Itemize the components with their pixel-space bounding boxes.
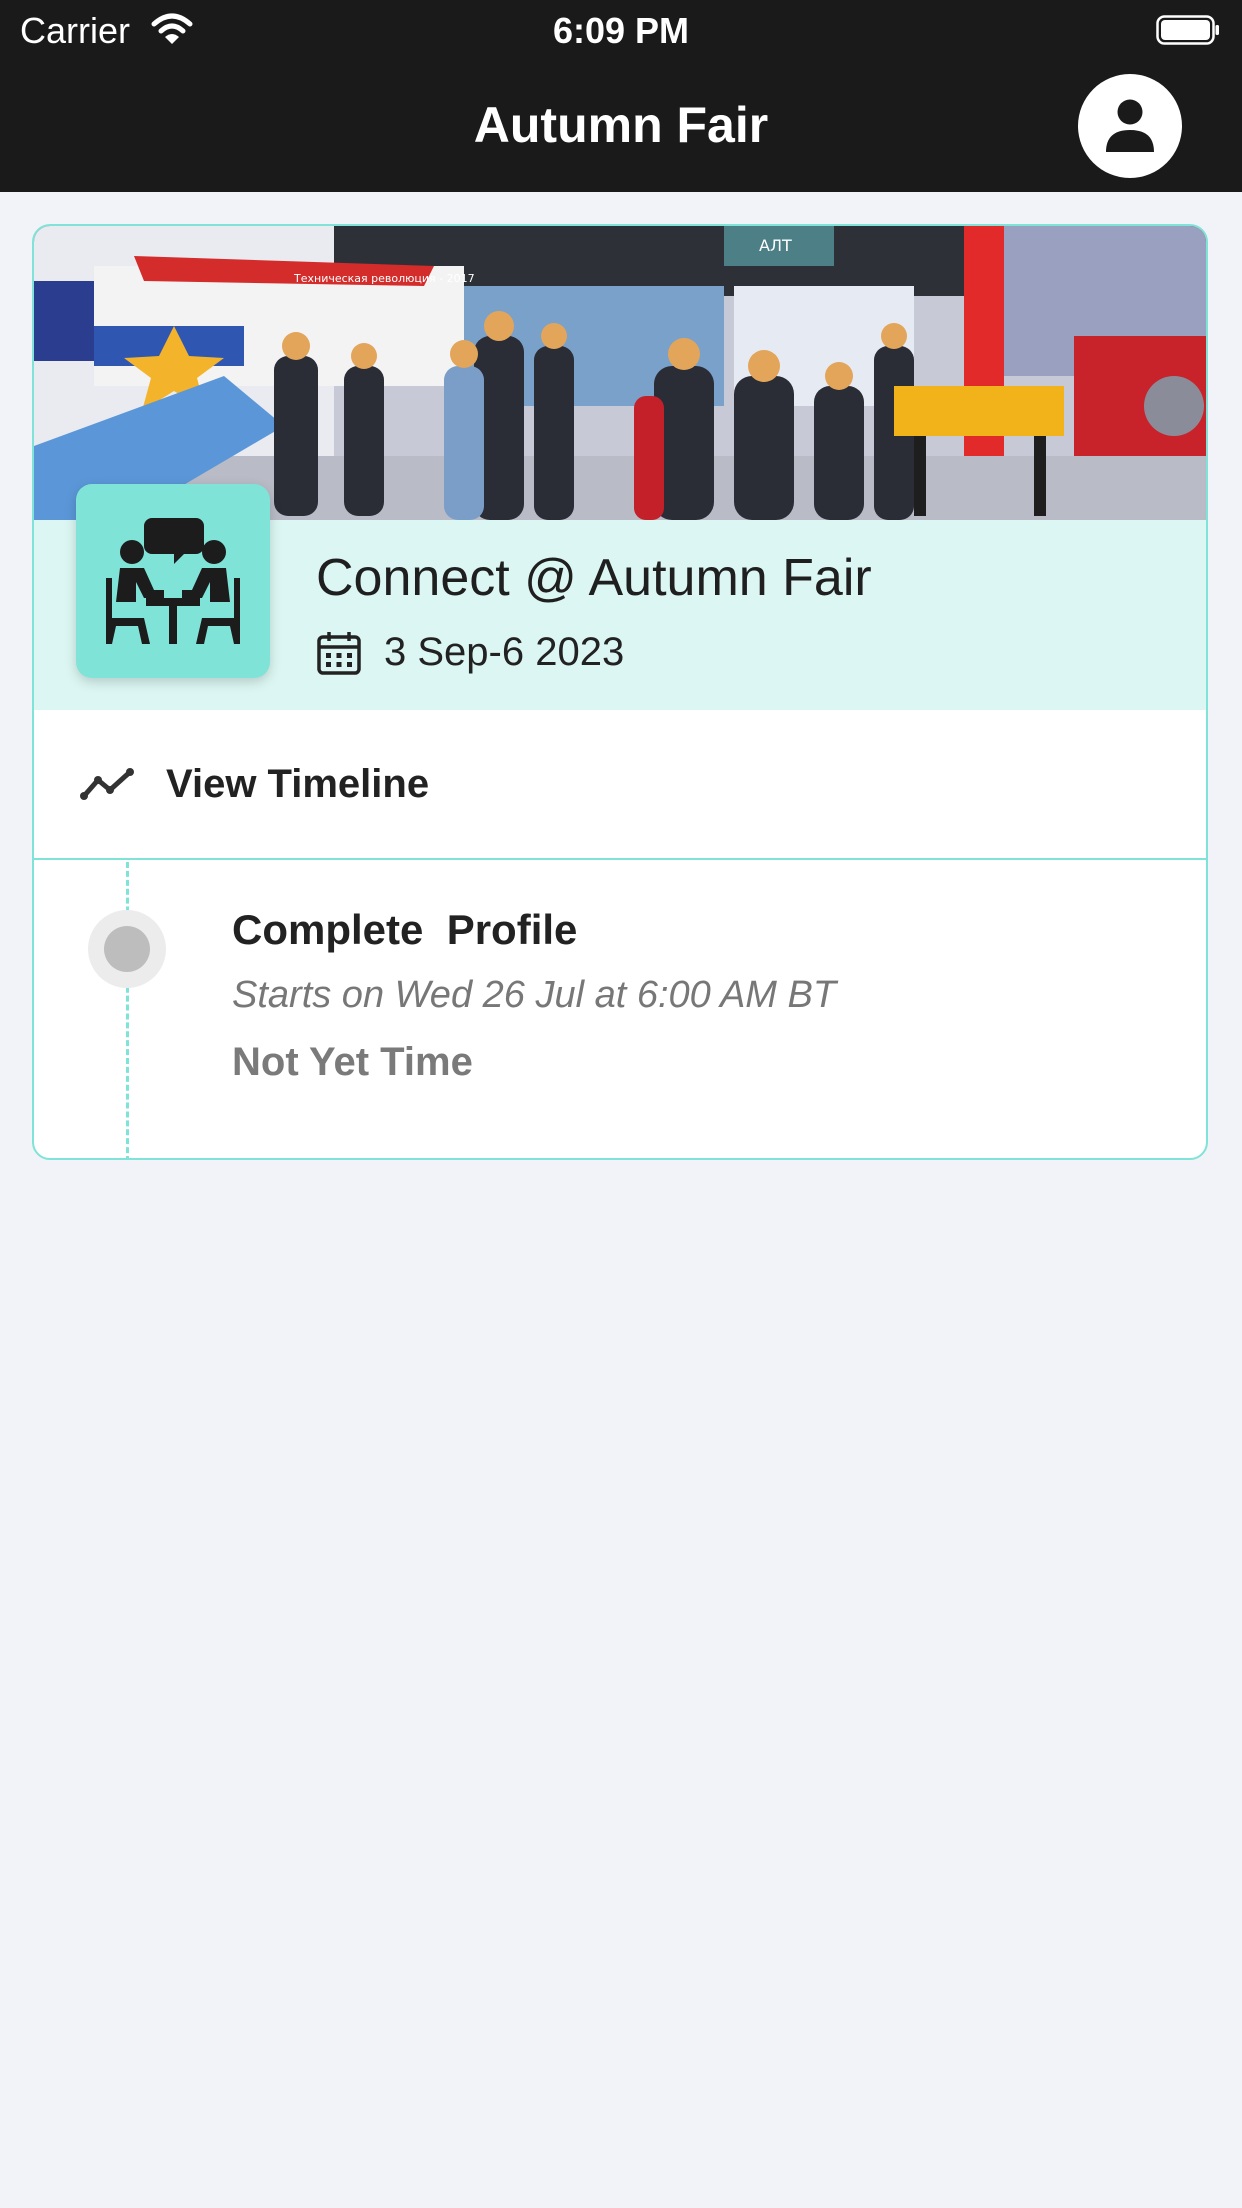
person-icon [1106, 99, 1154, 152]
clock: 6:09 PM [552, 10, 690, 51]
timeline-status-dot-inner [104, 926, 150, 972]
profile-button[interactable] [1078, 74, 1182, 178]
banner-stand-text: АЛТ [759, 236, 792, 255]
event-banner-image: Техническая революция - 2017 АЛТ [34, 226, 1206, 520]
timeline-status-dot [88, 910, 166, 988]
event-date: 3 Sep-6 2023 [384, 630, 625, 674]
event-icon-tile [76, 484, 270, 678]
timeline-step-title[interactable]: Complete Profile [232, 906, 577, 954]
timeline-step-status: Not Yet Time [232, 1040, 473, 1084]
status-bar: Carrier 6:09 PM [0, 0, 1242, 62]
view-timeline-button[interactable]: View Timeline [34, 710, 1206, 860]
trend-line-icon [80, 768, 134, 800]
event-title: Connect @ Autumn Fair [316, 549, 872, 607]
calendar-icon [317, 632, 361, 675]
meeting-icon [106, 518, 240, 644]
page-title: Autumn Fair [473, 97, 769, 153]
banner-sign-text: Техническая революция - 2017 [293, 272, 475, 285]
timeline-step-start: Starts on Wed 26 Jul at 6:00 AM BT [232, 974, 837, 1016]
navigation-bar: Autumn Fair [0, 62, 1242, 192]
timeline-connector [126, 862, 129, 1158]
event-card[interactable]: Техническая революция - 2017 АЛТ Connect… [32, 224, 1208, 1160]
battery-icon [1156, 15, 1219, 45]
view-timeline-label: View Timeline [166, 762, 430, 806]
